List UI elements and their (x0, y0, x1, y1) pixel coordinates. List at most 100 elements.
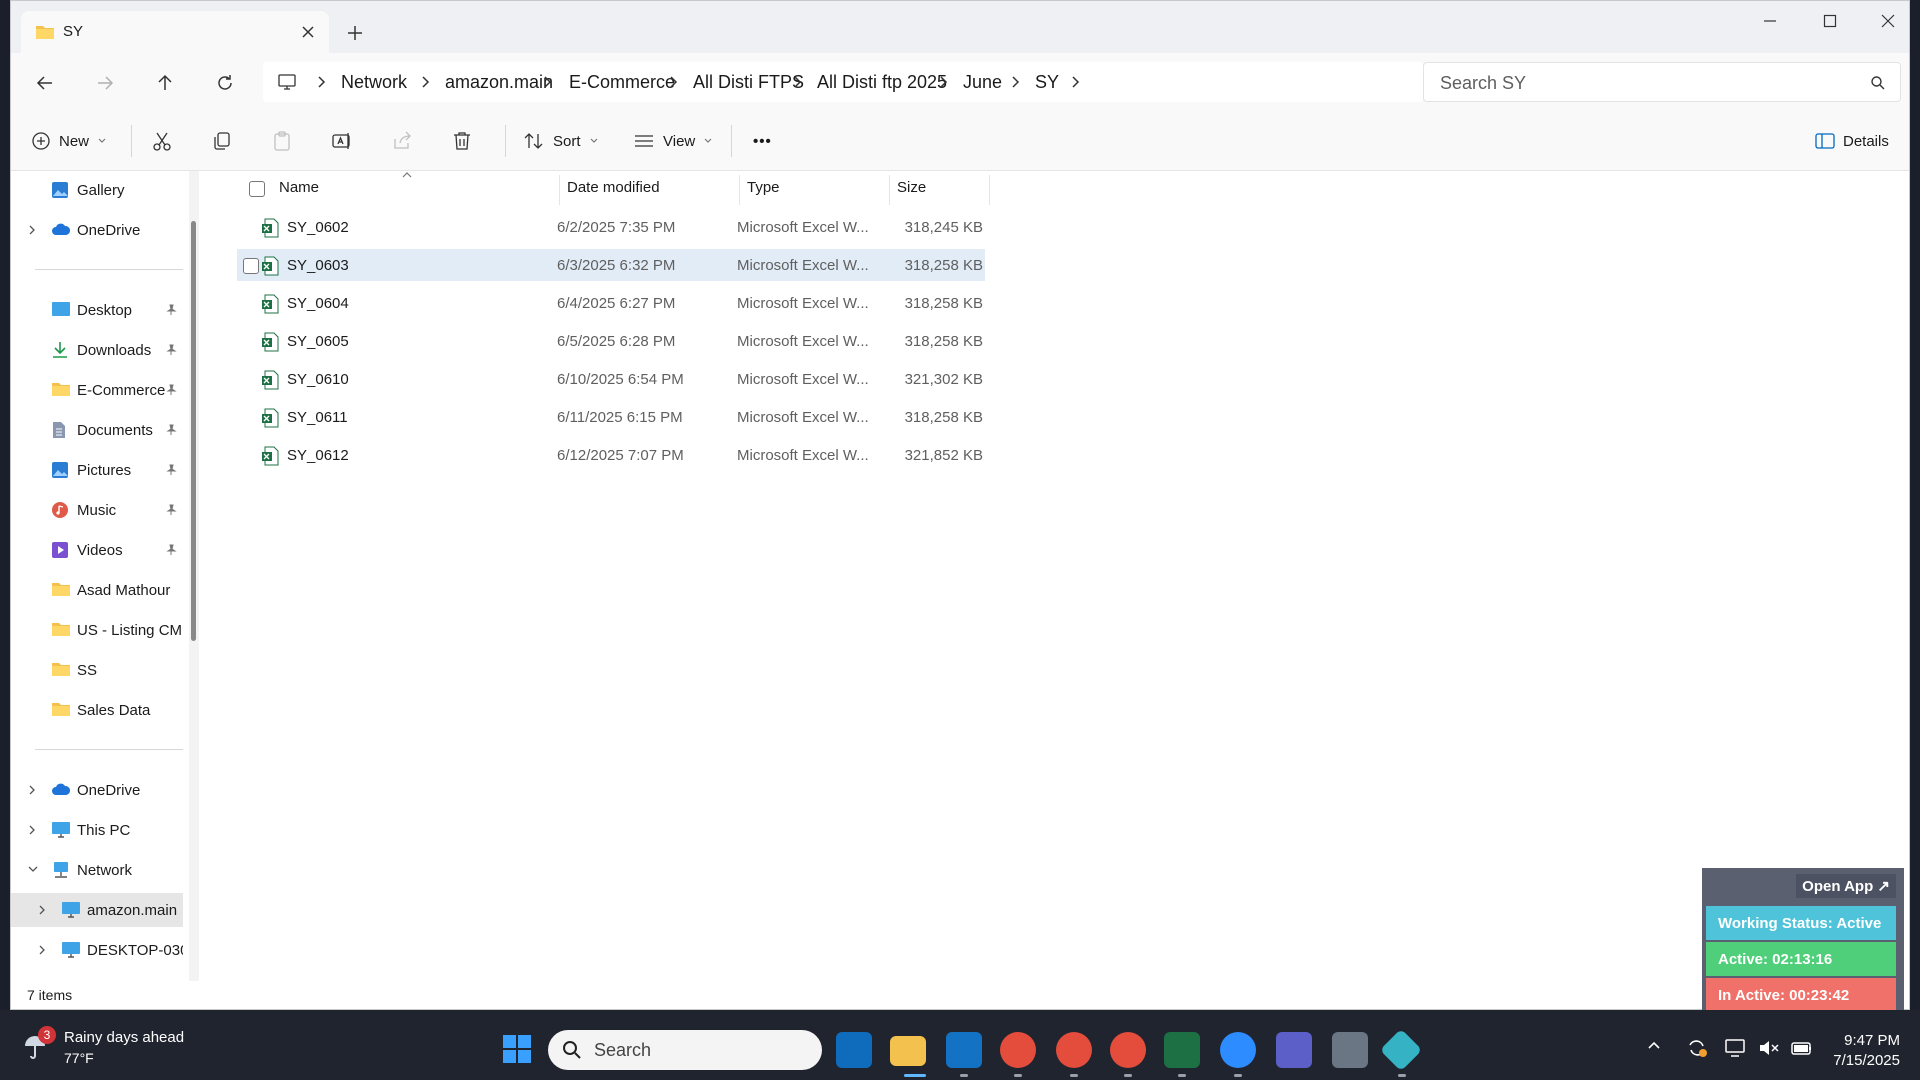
cut-button[interactable] (151, 123, 173, 159)
sync-icon[interactable] (1686, 1038, 1708, 1058)
tracker-app-icon[interactable] (1379, 1028, 1423, 1072)
clock-date[interactable]: 7/15/2025 (1818, 1052, 1900, 1069)
sidebar-item-gallery[interactable]: Gallery (11, 173, 183, 207)
teams-icon[interactable] (1276, 1032, 1312, 1068)
chrome-icon[interactable] (1056, 1032, 1092, 1068)
up-button[interactable] (147, 65, 183, 101)
file-explorer-icon[interactable] (890, 1036, 926, 1066)
breadcrumb-amazon-main[interactable]: amazon.main (445, 72, 553, 93)
column-divider[interactable] (559, 175, 560, 205)
chevron-right-icon[interactable] (27, 784, 37, 796)
rename-button[interactable] (331, 123, 353, 159)
table-row[interactable]: SY_0605 6/5/2025 6:28 PM Microsoft Excel… (237, 325, 985, 357)
breadcrumb-june[interactable]: June (963, 72, 1002, 93)
pin-icon (165, 384, 177, 396)
folder-icon (35, 23, 55, 41)
chevron-right-icon[interactable] (27, 224, 37, 236)
column-header-date-modified[interactable]: Date modified (567, 179, 660, 196)
search-input[interactable]: Search SY (1423, 62, 1901, 102)
row-checkbox[interactable] (243, 258, 259, 274)
column-header-type[interactable]: Type (747, 179, 780, 196)
table-row[interactable]: SY_0602 6/2/2025 7:35 PM Microsoft Excel… (237, 211, 985, 243)
table-row[interactable]: SY_0612 6/12/2025 7:07 PM Microsoft Exce… (237, 439, 985, 471)
sidebar-item-ss[interactable]: SS (11, 653, 183, 687)
outlook-icon[interactable] (946, 1032, 982, 1068)
table-row[interactable]: SY_0604 6/4/2025 6:27 PM Microsoft Excel… (237, 287, 985, 319)
sidebar-item-onedrive[interactable]: OneDrive (11, 213, 183, 247)
chevron-right-icon[interactable] (1071, 75, 1081, 89)
breadcrumb-all-disti-ftps[interactable]: All Disti FTPS (693, 72, 804, 93)
paste-button[interactable] (271, 123, 293, 159)
breadcrumb-network[interactable]: Network (341, 72, 407, 93)
back-button[interactable] (27, 65, 63, 101)
calculator-icon[interactable] (1332, 1032, 1368, 1068)
sidebar-item-downloads[interactable]: Downloads (11, 333, 183, 367)
column-header-size[interactable]: Size (897, 179, 926, 196)
chevron-right-icon[interactable] (27, 824, 37, 836)
chevron-down-icon (97, 137, 107, 145)
sidebar-item-documents[interactable]: Documents (11, 413, 183, 447)
sidebar-item-sales-data[interactable]: Sales Data (11, 693, 183, 727)
column-divider[interactable] (889, 175, 890, 205)
sidebar-scrollbar-thumb[interactable] (191, 221, 196, 641)
column-header-name[interactable]: Name (279, 179, 319, 196)
weather-text[interactable]: Rainy days ahead (64, 1029, 184, 1046)
new-button[interactable]: New (31, 123, 107, 159)
sort-button[interactable]: Sort (523, 123, 599, 159)
chevron-right-icon[interactable] (37, 904, 47, 916)
breadcrumb-all-disti-ftp-2025[interactable]: All Disti ftp 2025 (817, 72, 947, 93)
clock-time[interactable]: 9:47 PM (1838, 1032, 1900, 1049)
chrome-icon[interactable] (1000, 1032, 1036, 1068)
sidebar-item-pictures[interactable]: Pictures (11, 453, 183, 487)
sidebar-item-music[interactable]: Music (11, 493, 183, 527)
breadcrumb-e-commerce[interactable]: E-Commerce (569, 72, 675, 93)
sidebar-item-us-listing-cms[interactable]: US - Listing CMS (11, 613, 183, 647)
windows-start-icon[interactable] (502, 1034, 532, 1064)
sidebar-item-this-pc[interactable]: This PC (11, 813, 183, 847)
sidebar-item-asad-mathour[interactable]: Asad Mathour (11, 573, 183, 607)
share-button[interactable] (391, 123, 413, 159)
table-row[interactable]: SY_0611 6/11/2025 6:15 PM Microsoft Exce… (237, 401, 985, 433)
copy-button[interactable] (211, 123, 233, 159)
details-button[interactable]: Details (1815, 123, 1889, 159)
address-bar[interactable]: Network amazon.main E-Commerce All Disti… (263, 62, 1423, 102)
open-app-button[interactable]: Open App ↗ (1796, 874, 1896, 898)
maximize-button[interactable] (1801, 1, 1859, 41)
network-status-icon[interactable] (1724, 1038, 1746, 1058)
new-tab-button[interactable] (341, 19, 369, 47)
pin-icon (165, 344, 177, 356)
battery-icon[interactable] (1790, 1038, 1814, 1058)
chevron-up-icon[interactable] (1646, 1038, 1662, 1052)
chevron-right-icon[interactable] (37, 944, 47, 956)
refresh-button[interactable] (207, 65, 243, 101)
table-row[interactable]: SY_0610 6/10/2025 6:54 PM Microsoft Exce… (237, 363, 985, 395)
sidebar-item-amazon-main[interactable]: amazon.main (11, 893, 183, 927)
more-options-button[interactable]: ••• (753, 123, 772, 159)
select-all-checkbox[interactable] (249, 181, 265, 197)
sidebar-item-e-commerce[interactable]: E-Commerce (11, 373, 183, 407)
forward-button[interactable] (87, 65, 123, 101)
close-window-button[interactable] (1859, 1, 1909, 41)
sidebar-item-desktop[interactable]: Desktop (11, 293, 183, 327)
column-divider[interactable] (739, 175, 740, 205)
chrome-icon[interactable] (1110, 1032, 1146, 1068)
zoom-icon[interactable] (1220, 1032, 1256, 1068)
edge-icon[interactable] (836, 1032, 872, 1068)
minimize-button[interactable] (1741, 1, 1799, 41)
close-tab-icon[interactable] (297, 21, 319, 43)
delete-button[interactable] (451, 123, 473, 159)
table-row[interactable]: SY_0603 6/3/2025 6:32 PM Microsoft Excel… (237, 249, 985, 281)
tab-sy[interactable]: SY (21, 11, 329, 53)
view-label: View (663, 132, 696, 150)
volume-muted-icon[interactable] (1758, 1038, 1780, 1058)
view-button[interactable]: View (633, 123, 713, 159)
chevron-down-icon[interactable] (27, 864, 39, 874)
sidebar-item-network[interactable]: Network (11, 853, 183, 887)
excel-icon[interactable] (1164, 1032, 1200, 1068)
sidebar-item-videos[interactable]: Videos (11, 533, 183, 567)
sidebar-item-desktop-030i[interactable]: DESKTOP-030I (11, 933, 183, 967)
column-divider[interactable] (989, 175, 990, 205)
sidebar-item-onedrive-2[interactable]: OneDrive (11, 773, 183, 807)
breadcrumb-sy[interactable]: SY (1035, 72, 1059, 93)
taskbar-search[interactable]: Search (548, 1030, 822, 1070)
